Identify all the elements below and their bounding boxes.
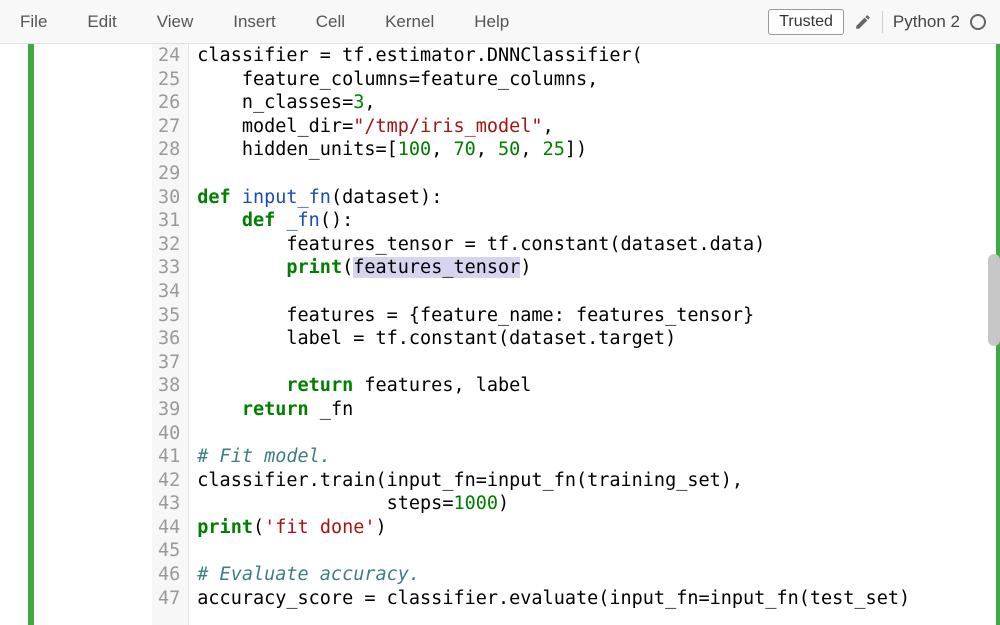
divider bbox=[882, 11, 883, 33]
edit-icon[interactable] bbox=[854, 13, 872, 31]
line-number: 28 bbox=[158, 138, 180, 162]
kernel-status-icon[interactable] bbox=[970, 14, 986, 30]
line-number: 27 bbox=[158, 115, 180, 139]
line-number: 37 bbox=[158, 351, 180, 375]
code-line[interactable]: classifier.train(input_fn=input_fn(train… bbox=[197, 469, 996, 493]
code-line[interactable]: accuracy_score = classifier.evaluate(inp… bbox=[197, 587, 996, 611]
line-number: 39 bbox=[158, 398, 180, 422]
line-number: 32 bbox=[158, 233, 180, 257]
trusted-badge[interactable]: Trusted bbox=[768, 9, 844, 35]
code-block[interactable]: 2425262728293031323334353637383940414243… bbox=[152, 44, 1000, 625]
code-line[interactable]: # Fit model. bbox=[197, 445, 996, 469]
code-line[interactable]: label = tf.constant(dataset.target) bbox=[197, 327, 996, 351]
code-line[interactable] bbox=[197, 539, 996, 563]
code-line[interactable] bbox=[197, 422, 996, 446]
menu-file[interactable]: File bbox=[8, 2, 67, 42]
menu-cell[interactable]: Cell bbox=[296, 2, 365, 42]
code-line[interactable]: classifier = tf.estimator.DNNClassifier( bbox=[197, 44, 996, 68]
code-line[interactable]: print('fit done') bbox=[197, 516, 996, 540]
code-line[interactable]: features = {feature_name: features_tenso… bbox=[197, 304, 996, 328]
line-number-gutter: 2425262728293031323334353637383940414243… bbox=[152, 44, 189, 625]
line-number: 25 bbox=[158, 68, 180, 92]
code-line[interactable]: n_classes=3, bbox=[197, 91, 996, 115]
line-number: 30 bbox=[158, 186, 180, 210]
line-number: 46 bbox=[158, 563, 180, 587]
menu-kernel[interactable]: Kernel bbox=[365, 2, 454, 42]
line-number: 35 bbox=[158, 304, 180, 328]
line-number: 26 bbox=[158, 91, 180, 115]
code-line[interactable]: print(features_tensor) bbox=[197, 256, 996, 280]
scrollbar-thumb[interactable] bbox=[988, 254, 1000, 346]
line-number: 24 bbox=[158, 44, 180, 68]
notebook-area: 2425262728293031323334353637383940414243… bbox=[0, 44, 1000, 625]
line-number: 45 bbox=[158, 539, 180, 563]
code-line[interactable]: # Evaluate accuracy. bbox=[197, 563, 996, 587]
code-line[interactable] bbox=[197, 351, 996, 375]
line-number: 41 bbox=[158, 445, 180, 469]
line-number: 29 bbox=[158, 162, 180, 186]
menu-insert[interactable]: Insert bbox=[213, 2, 296, 42]
line-number: 44 bbox=[158, 516, 180, 540]
line-number: 40 bbox=[158, 422, 180, 446]
code-content[interactable]: classifier = tf.estimator.DNNClassifier(… bbox=[189, 44, 996, 625]
menu-help[interactable]: Help bbox=[454, 2, 529, 42]
line-number: 34 bbox=[158, 280, 180, 304]
toolbar-right: Trusted Python 2 bbox=[768, 9, 992, 35]
code-cell[interactable]: 2425262728293031323334353637383940414243… bbox=[0, 44, 1000, 625]
menu-edit[interactable]: Edit bbox=[67, 2, 136, 42]
code-line[interactable]: return features, label bbox=[197, 374, 996, 398]
cell-select-bar bbox=[28, 44, 34, 625]
code-line[interactable]: steps=1000) bbox=[197, 492, 996, 516]
code-line[interactable]: features_tensor = tf.constant(dataset.da… bbox=[197, 233, 996, 257]
menu-items: File Edit View Insert Cell Kernel Help bbox=[8, 2, 529, 42]
line-number: 43 bbox=[158, 492, 180, 516]
code-line[interactable]: def _fn(): bbox=[197, 209, 996, 233]
code-line[interactable]: return _fn bbox=[197, 398, 996, 422]
code-line[interactable] bbox=[197, 162, 996, 186]
line-number: 47 bbox=[158, 587, 180, 611]
code-line[interactable] bbox=[197, 280, 996, 304]
menu-view[interactable]: View bbox=[137, 2, 214, 42]
line-number: 31 bbox=[158, 209, 180, 233]
code-line[interactable]: model_dir="/tmp/iris_model", bbox=[197, 115, 996, 139]
line-number: 42 bbox=[158, 469, 180, 493]
line-number: 38 bbox=[158, 374, 180, 398]
line-number: 33 bbox=[158, 256, 180, 280]
code-line[interactable]: feature_columns=feature_columns, bbox=[197, 68, 996, 92]
line-number: 36 bbox=[158, 327, 180, 351]
menubar: File Edit View Insert Cell Kernel Help T… bbox=[0, 0, 1000, 44]
kernel-label[interactable]: Python 2 bbox=[893, 12, 960, 32]
code-line[interactable]: def input_fn(dataset): bbox=[197, 186, 996, 210]
code-line[interactable]: hidden_units=[100, 70, 50, 25]) bbox=[197, 138, 996, 162]
